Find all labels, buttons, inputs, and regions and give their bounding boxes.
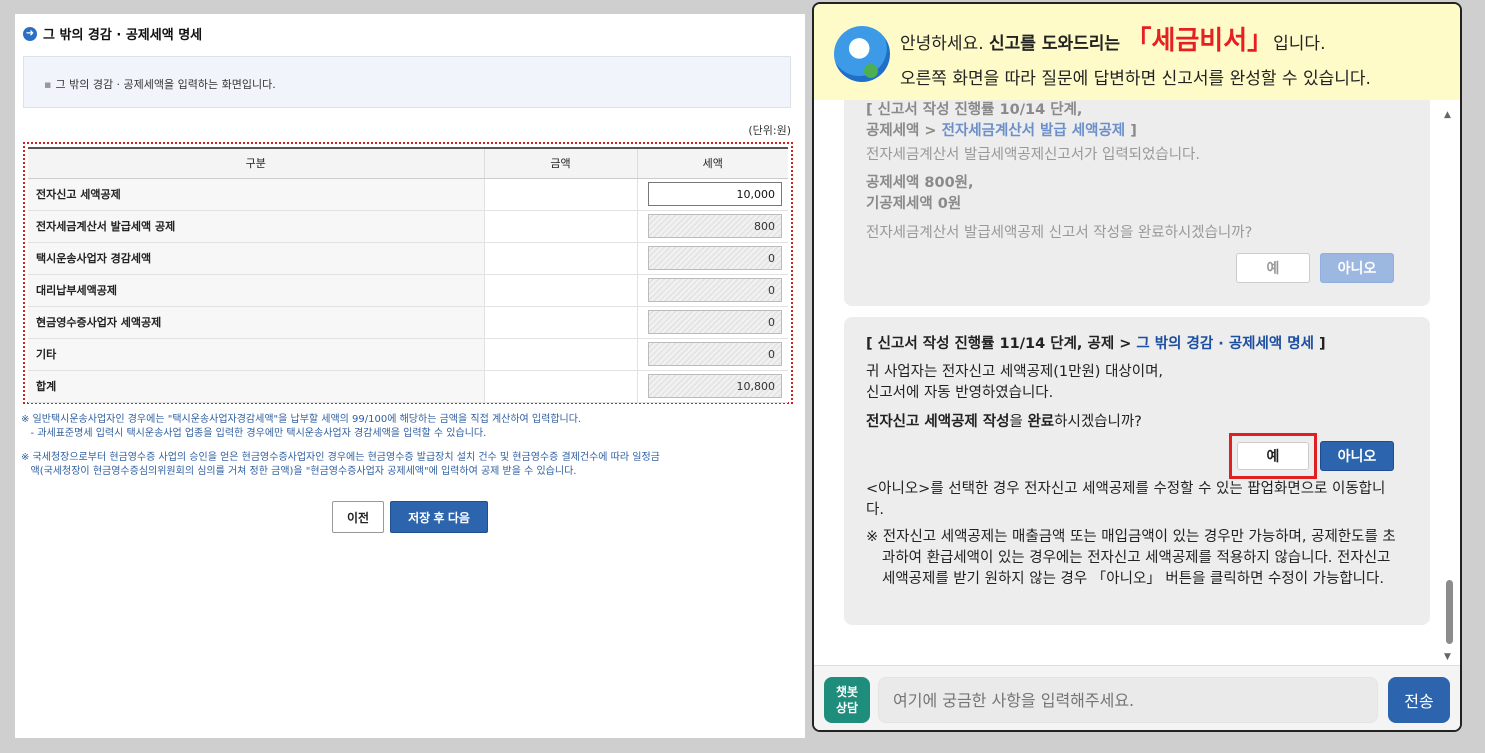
note-taxi: ※ 일반택시운송사업자인 경우에는 "택시운송사업자경감세액"을 납부할 세액의…: [21, 413, 581, 441]
step-link[interactable]: 전자세금계산서 발급 세액공제: [942, 123, 1126, 139]
row-label: 기타: [28, 338, 485, 371]
deduction-table-highlight: 구분 금액 세액 전자신고 세액공제 10,000 전자세금계산서 발급세액 공…: [23, 142, 793, 404]
greeting-pre: 안녕하세요.: [900, 34, 984, 54]
message-text: 공제세액 800원, 기공제세액 0원: [866, 173, 974, 215]
chat-input-bar: 챗봇 상담 전송: [814, 665, 1460, 730]
tax-input[interactable]: 10,000: [648, 182, 782, 206]
brand-name: 「세금비서」: [1125, 26, 1274, 56]
row-label: 전자세금계산서 발급세액 공제: [28, 210, 485, 243]
table-row: 택시운송사업자 경감세액 0: [28, 242, 788, 275]
step-text: ]: [1130, 123, 1137, 139]
table-row: 기타 0: [28, 338, 788, 371]
send-button[interactable]: 전송: [1388, 677, 1450, 723]
message-question: 전자신고 세액공제 작성을 완료하시겠습니까?: [866, 412, 1142, 433]
step-text: [ 신고서 작성 진행률 10/14 단계,: [866, 102, 1083, 118]
row-amount: [484, 338, 638, 371]
message-question: 전자세금계산서 발급세액공제 신고서 작성을 완료하시겠습니까?: [866, 225, 1253, 241]
section-title: ➜ 그 밖의 경감 · 공제세액 명세: [23, 24, 202, 43]
table-row: 합계 10,800: [28, 370, 788, 403]
deduction-table: 구분 금액 세액 전자신고 세액공제 10,000 전자세금계산서 발급세액 공…: [28, 147, 788, 403]
table-row: 전자세금계산서 발급세액 공제 800: [28, 210, 788, 243]
greeting: 안녕하세요. 신고를 도와드리는 「세금비서」입니다.: [900, 20, 1325, 57]
tax-readonly: 0: [648, 342, 782, 366]
form-buttons: 이전 저장 후 다음: [332, 501, 488, 533]
step-link[interactable]: 그 밖의 경감 · 공제세액 명세: [1136, 336, 1314, 352]
message-text: 귀 사업자는 전자신고 세액공제(1만원) 대상이며, 신고서에 자동 반영하였…: [866, 362, 1163, 404]
note-line: ※ 국세청장으로부터 현금영수증 사업의 승인을 얻은 현금영수증사업자인 경우…: [21, 452, 660, 463]
tax-readonly: 0: [648, 278, 782, 302]
note-line: ※ 일반택시운송사업자인 경우에는 "택시운송사업자경감세액"을 납부할 세액의…: [21, 414, 582, 425]
section-title-text: 그 밖의 경감 · 공제세액 명세: [43, 28, 203, 43]
scroll-up-icon[interactable]: ▲: [1444, 110, 1451, 120]
save-next-button[interactable]: 저장 후 다음: [390, 501, 488, 533]
tax-total: 10,800: [648, 374, 782, 398]
chatbot-panel: 안녕하세요. 신고를 도와드리는 「세금비서」입니다. 오른쪽 화면을 따라 질…: [812, 2, 1462, 732]
message-list[interactable]: [ 신고서 작성 진행률 10/14 단계, 공제세액 > 전자세금계산서 발급…: [814, 100, 1446, 665]
tax-readonly: 800: [648, 214, 782, 238]
chat-scrollbar[interactable]: ▲ ▼: [1442, 108, 1456, 664]
message-line: 귀 사업자는 전자신고 세액공제(1만원) 대상이며,: [866, 364, 1164, 380]
message-amount: 기공제세액 0원: [866, 196, 962, 212]
col-header-tax: 세액: [637, 147, 788, 179]
greeting-strong: 신고를 도와드리는: [989, 34, 1121, 54]
message-step: [ 신고서 작성 진행률 11/14 단계, 공제 > 그 밖의 경감 · 공제…: [866, 334, 1326, 355]
chat-header: 안녕하세요. 신고를 도와드리는 「세금비서」입니다. 오른쪽 화면을 따라 질…: [814, 4, 1460, 100]
message-step: [ 신고서 작성 진행률 10/14 단계, 공제세액 > 전자세금계산서 발급…: [866, 100, 1137, 142]
chat-input[interactable]: [878, 677, 1378, 723]
chat-message: [ 신고서 작성 진행률 11/14 단계, 공제 > 그 밖의 경감 · 공제…: [844, 317, 1430, 625]
tax-readonly: 0: [648, 246, 782, 270]
message-amount: 공제세액 800원,: [866, 175, 974, 191]
prev-button[interactable]: 이전: [332, 501, 384, 533]
chat-message: [ 신고서 작성 진행률 10/14 단계, 공제세액 > 전자세금계산서 발급…: [844, 100, 1430, 306]
greeting-post: 입니다.: [1273, 34, 1326, 54]
question-text: 하시겠습니까?: [1054, 414, 1142, 430]
col-header-amount: 금액: [484, 147, 638, 179]
step-text: [ 신고서 작성 진행률 11/14 단계, 공제 >: [866, 336, 1132, 352]
note-cash-receipt: ※ 국세청장으로부터 현금영수증 사업의 승인을 얻은 현금영수증사업자인 경우…: [21, 451, 660, 479]
info-text: 그 밖의 경감 · 공제세액을 입력하는 화면입니다.: [55, 78, 276, 91]
bullet-icon: ▪: [44, 78, 52, 91]
row-amount: [484, 210, 638, 243]
row-label: 합계: [28, 370, 485, 403]
message-text: 전자세금계산서 발급세액공제신고서가 입력되었습니다.: [866, 147, 1200, 163]
row-amount: [484, 178, 638, 211]
badge-text: 챗봇 상담: [835, 685, 859, 715]
row-label: 현금영수증사업자 세액공제: [28, 306, 485, 339]
row-label: 대리납부세액공제: [28, 274, 485, 307]
no-button[interactable]: 아니오: [1320, 253, 1394, 283]
col-header-category: 구분: [28, 147, 485, 179]
yes-button[interactable]: 예: [1236, 253, 1310, 283]
arrow-right-icon: ➜: [23, 26, 37, 41]
scroll-down-icon[interactable]: ▼: [1444, 652, 1451, 662]
table-row: 현금영수증사업자 세액공제 0: [28, 306, 788, 339]
note-line: 액(국세청장이 현금영수증심의위원회의 심의를 거쳐 정한 금액)을 "현금영수…: [21, 466, 577, 477]
message-note: ※ 전자신고 세액공제는 매출금액 또는 매입금액이 있는 경우만 가능하며, …: [866, 529, 1396, 587]
note-line: - 과세표준명세 입력시 택시운송사업 업종을 입력한 경우에만 택시운송사업자…: [21, 428, 487, 439]
no-button[interactable]: 아니오: [1320, 441, 1394, 471]
info-box: ▪ 그 밖의 경감 · 공제세액을 입력하는 화면입니다.: [23, 56, 791, 108]
unit-label: (단위:원): [748, 124, 791, 137]
scroll-thumb[interactable]: [1446, 580, 1453, 644]
row-amount: [484, 370, 638, 403]
step-text: ]: [1318, 336, 1326, 352]
question-strong: 완료: [1027, 414, 1055, 430]
row-amount: [484, 274, 638, 307]
tax-readonly: 0: [648, 310, 782, 334]
row-amount: [484, 306, 638, 339]
row-label: 택시운송사업자 경감세액: [28, 242, 485, 275]
step-text: 공제세액 >: [866, 123, 937, 139]
yes-button[interactable]: 예: [1237, 442, 1309, 470]
message-line: 신고서에 자동 반영하였습니다.: [866, 385, 1054, 401]
message-text: <아니오>를 선택한 경우 전자신고 세액공제를 수정할 수 있는 팝업화면으로…: [866, 481, 1386, 518]
question-text: 을: [1009, 414, 1023, 430]
row-amount: [484, 242, 638, 275]
table-row: 전자신고 세액공제 10,000: [28, 178, 788, 211]
row-label: 전자신고 세액공제: [28, 178, 485, 211]
chatbot-consult-badge[interactable]: 챗봇 상담: [824, 677, 870, 723]
table-row: 대리납부세액공제 0: [28, 274, 788, 307]
mascot-avatar-icon: [834, 26, 890, 82]
question-strong: 전자신고 세액공제 작성: [866, 414, 1010, 430]
form-panel: ➜ 그 밖의 경감 · 공제세액 명세 ▪ 그 밖의 경감 · 공제세액을 입력하…: [15, 14, 805, 738]
greeting-subtitle: 오른쪽 화면을 따라 질문에 답변하면 신고서를 완성할 수 있습니다.: [900, 69, 1371, 89]
